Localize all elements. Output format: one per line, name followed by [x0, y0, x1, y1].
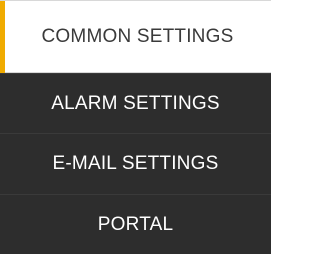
menu-item-common-settings[interactable]: COMMON SETTINGS — [0, 0, 271, 74]
menu-item-email-settings[interactable]: E-MAIL SETTINGS — [0, 133, 271, 194]
menu-item-label: COMMON SETTINGS — [41, 25, 234, 47]
menu-item-label: E-MAIL SETTINGS — [52, 153, 219, 174]
settings-menu: COMMON SETTINGS ALARM SETTINGS E-MAIL SE… — [0, 0, 271, 254]
menu-item-label: ALARM SETTINGS — [51, 92, 220, 114]
menu-item-alarm-settings[interactable]: ALARM SETTINGS — [0, 73, 271, 133]
menu-item-label: PORTAL — [97, 213, 174, 235]
active-item-indicator — [0, 1, 5, 74]
menu-item-portal[interactable]: PORTAL — [0, 194, 271, 254]
